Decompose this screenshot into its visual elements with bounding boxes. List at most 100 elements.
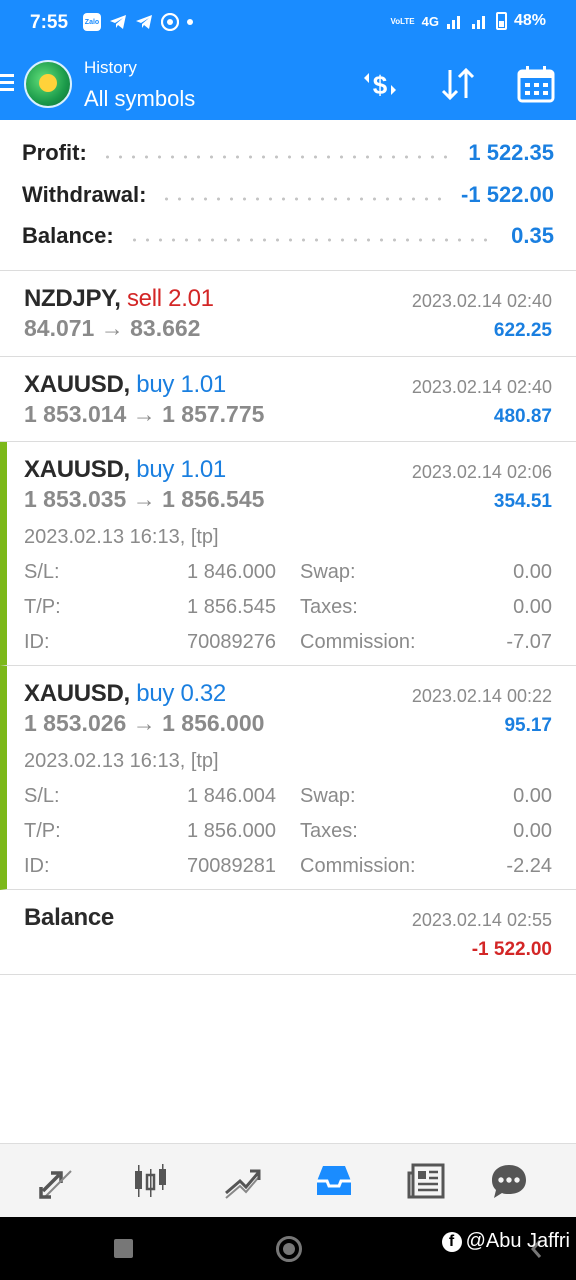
tp-value: 1 856.000 <box>187 820 276 842</box>
deal-datetime: 2023.02.14 02:40 <box>411 377 552 397</box>
sl-label: S/L: <box>24 785 60 807</box>
quotes-icon[interactable] <box>34 1158 80 1204</box>
status-right: VoLTE 4G 48% <box>390 12 546 30</box>
swap-value: 0.00 <box>513 785 552 807</box>
header-subtitle: History <box>84 58 137 77</box>
deal-symbol: XAUUSD, buy 1.01 <box>24 456 226 483</box>
deal-prices: 1 853.035 → 1 856.545 <box>24 486 265 512</box>
deal-side: sell 2.01 <box>126 285 214 312</box>
taxes-label: Taxes: <box>300 596 358 618</box>
deal-profit: 95.17 <box>504 715 552 736</box>
deal-profit: 354.51 <box>493 491 552 512</box>
deal-datetime: 2023.02.14 02:40 <box>411 291 552 311</box>
app-header: 7:55 Zalo VoLTE 4G 48% History All symbo… <box>0 0 576 120</box>
facebook-icon: f <box>441 1231 462 1252</box>
deal-side: buy 1.01 <box>136 456 226 483</box>
volte-icon: VoLTE <box>390 16 415 26</box>
signal-icon <box>446 16 460 29</box>
deal-row[interactable]: NZDJPY, sell 2.01 84.071 → 83.662 2023.0… <box>0 271 576 357</box>
commission-value: -2.24 <box>506 855 552 877</box>
status-bar: 7:55 Zalo VoLTE 4G 48% <box>0 0 576 46</box>
account-summary: Profit: 1 522.35 Withdrawal: -1 522.00 B… <box>0 120 576 271</box>
deal-row-expanded[interactable]: XAUUSD, buy 0.32 1 853.026 → 1 856.000 2… <box>0 666 576 890</box>
header-title[interactable]: All symbols <box>84 86 195 112</box>
summary-withdrawal-row: Withdrawal: -1 522.00 <box>22 179 554 211</box>
profit-value: 1 522.35 <box>468 140 554 165</box>
bottom-navigation <box>0 1143 576 1217</box>
home-button[interactable] <box>276 1236 302 1262</box>
notification-icons: Zalo <box>83 13 193 31</box>
metatrader-logo <box>24 60 72 108</box>
tp-label: T/P: <box>24 596 61 618</box>
deal-datetime: 2023.02.14 00:22 <box>411 686 552 706</box>
battery-level: 48% <box>513 12 546 29</box>
deal-side: buy 0.32 <box>136 680 226 707</box>
deal-prices: 1 853.026 → 1 856.000 <box>24 710 265 736</box>
signal-icon <box>471 16 485 29</box>
deal-open-time: 2023.02.13 16:13, [tp] <box>24 526 219 548</box>
currency-exchange-icon[interactable]: $ <box>360 64 400 104</box>
telegram-icon <box>136 15 152 29</box>
sort-icon[interactable] <box>438 64 478 104</box>
id-value: 70089281 <box>187 855 276 877</box>
news-icon[interactable] <box>403 1158 449 1204</box>
svg-text:$: $ <box>373 70 388 100</box>
deal-row[interactable]: XAUUSD, buy 1.01 1 853.014 → 1 857.775 2… <box>0 357 576 442</box>
sl-value: 1 846.004 <box>187 785 276 807</box>
summary-balance-row: Balance: 0.35 <box>22 220 554 252</box>
dotted-leader <box>127 238 498 242</box>
summary-profit-row: Profit: 1 522.35 <box>22 137 554 169</box>
watermark: f @Abu Jaffri <box>441 1230 570 1253</box>
zalo-icon: Zalo <box>83 13 101 31</box>
deal-symbol: XAUUSD, buy 1.01 <box>24 371 226 398</box>
calendar-icon[interactable] <box>516 64 556 104</box>
deal-datetime: 2023.02.14 02:06 <box>411 462 552 482</box>
sl-value: 1 846.000 <box>187 561 276 583</box>
menu-button[interactable] <box>0 70 16 96</box>
taxes-value: 0.00 <box>513 596 552 618</box>
deal-profit: 622.25 <box>493 320 552 341</box>
balance-operation-row[interactable]: Balance 2023.02.14 02:55 -1 522.00 <box>0 890 576 975</box>
balance-value: 0.35 <box>511 223 554 248</box>
sl-label: S/L: <box>24 561 60 583</box>
balance-op-amount: -1 522.00 <box>471 939 552 960</box>
id-label: ID: <box>24 631 50 653</box>
tp-label: T/P: <box>24 820 61 842</box>
commission-value: -7.07 <box>506 631 552 653</box>
commission-label: Commission: <box>300 855 416 877</box>
deal-prices: 84.071 → 83.662 <box>24 315 201 341</box>
recents-button[interactable] <box>114 1239 133 1258</box>
battery-icon <box>495 12 507 30</box>
id-label: ID: <box>24 855 50 877</box>
deal-open-time: 2023.02.13 16:13, [tp] <box>24 750 219 772</box>
deal-row-expanded[interactable]: XAUUSD, buy 1.01 1 853.035 → 1 856.545 2… <box>0 442 576 666</box>
deal-symbol: NZDJPY, sell 2.01 <box>24 285 214 312</box>
id-value: 70089276 <box>187 631 276 653</box>
taxes-value: 0.00 <box>513 820 552 842</box>
deal-profit: 480.87 <box>493 406 552 427</box>
dotted-leader <box>100 155 455 159</box>
balance-op-label: Balance <box>24 904 114 931</box>
swap-label: Swap: <box>300 561 356 583</box>
commission-label: Commission: <box>300 631 416 653</box>
taxes-label: Taxes: <box>300 820 358 842</box>
balance-label: Balance: <box>22 223 114 248</box>
status-time: 7:55 <box>30 12 69 33</box>
deal-side: buy 1.01 <box>136 371 226 398</box>
withdrawal-value: -1 522.00 <box>461 182 554 207</box>
telegram-icon <box>110 15 126 29</box>
deal-symbol: XAUUSD, buy 0.32 <box>24 680 226 707</box>
dotted-leader <box>160 197 448 201</box>
deal-prices: 1 853.014 → 1 857.775 <box>24 401 265 427</box>
history-icon[interactable] <box>311 1158 357 1204</box>
trade-icon[interactable] <box>219 1158 265 1204</box>
balance-op-datetime: 2023.02.14 02:55 <box>411 910 552 930</box>
chrome-icon <box>161 13 179 31</box>
chat-icon[interactable] <box>486 1158 532 1204</box>
tp-value: 1 856.545 <box>187 596 276 618</box>
more-notifications-icon <box>187 19 193 25</box>
swap-label: Swap: <box>300 785 356 807</box>
watermark-text: @Abu Jaffri <box>465 1230 570 1252</box>
chart-icon[interactable] <box>127 1158 173 1204</box>
network-type: 4G <box>421 13 439 29</box>
